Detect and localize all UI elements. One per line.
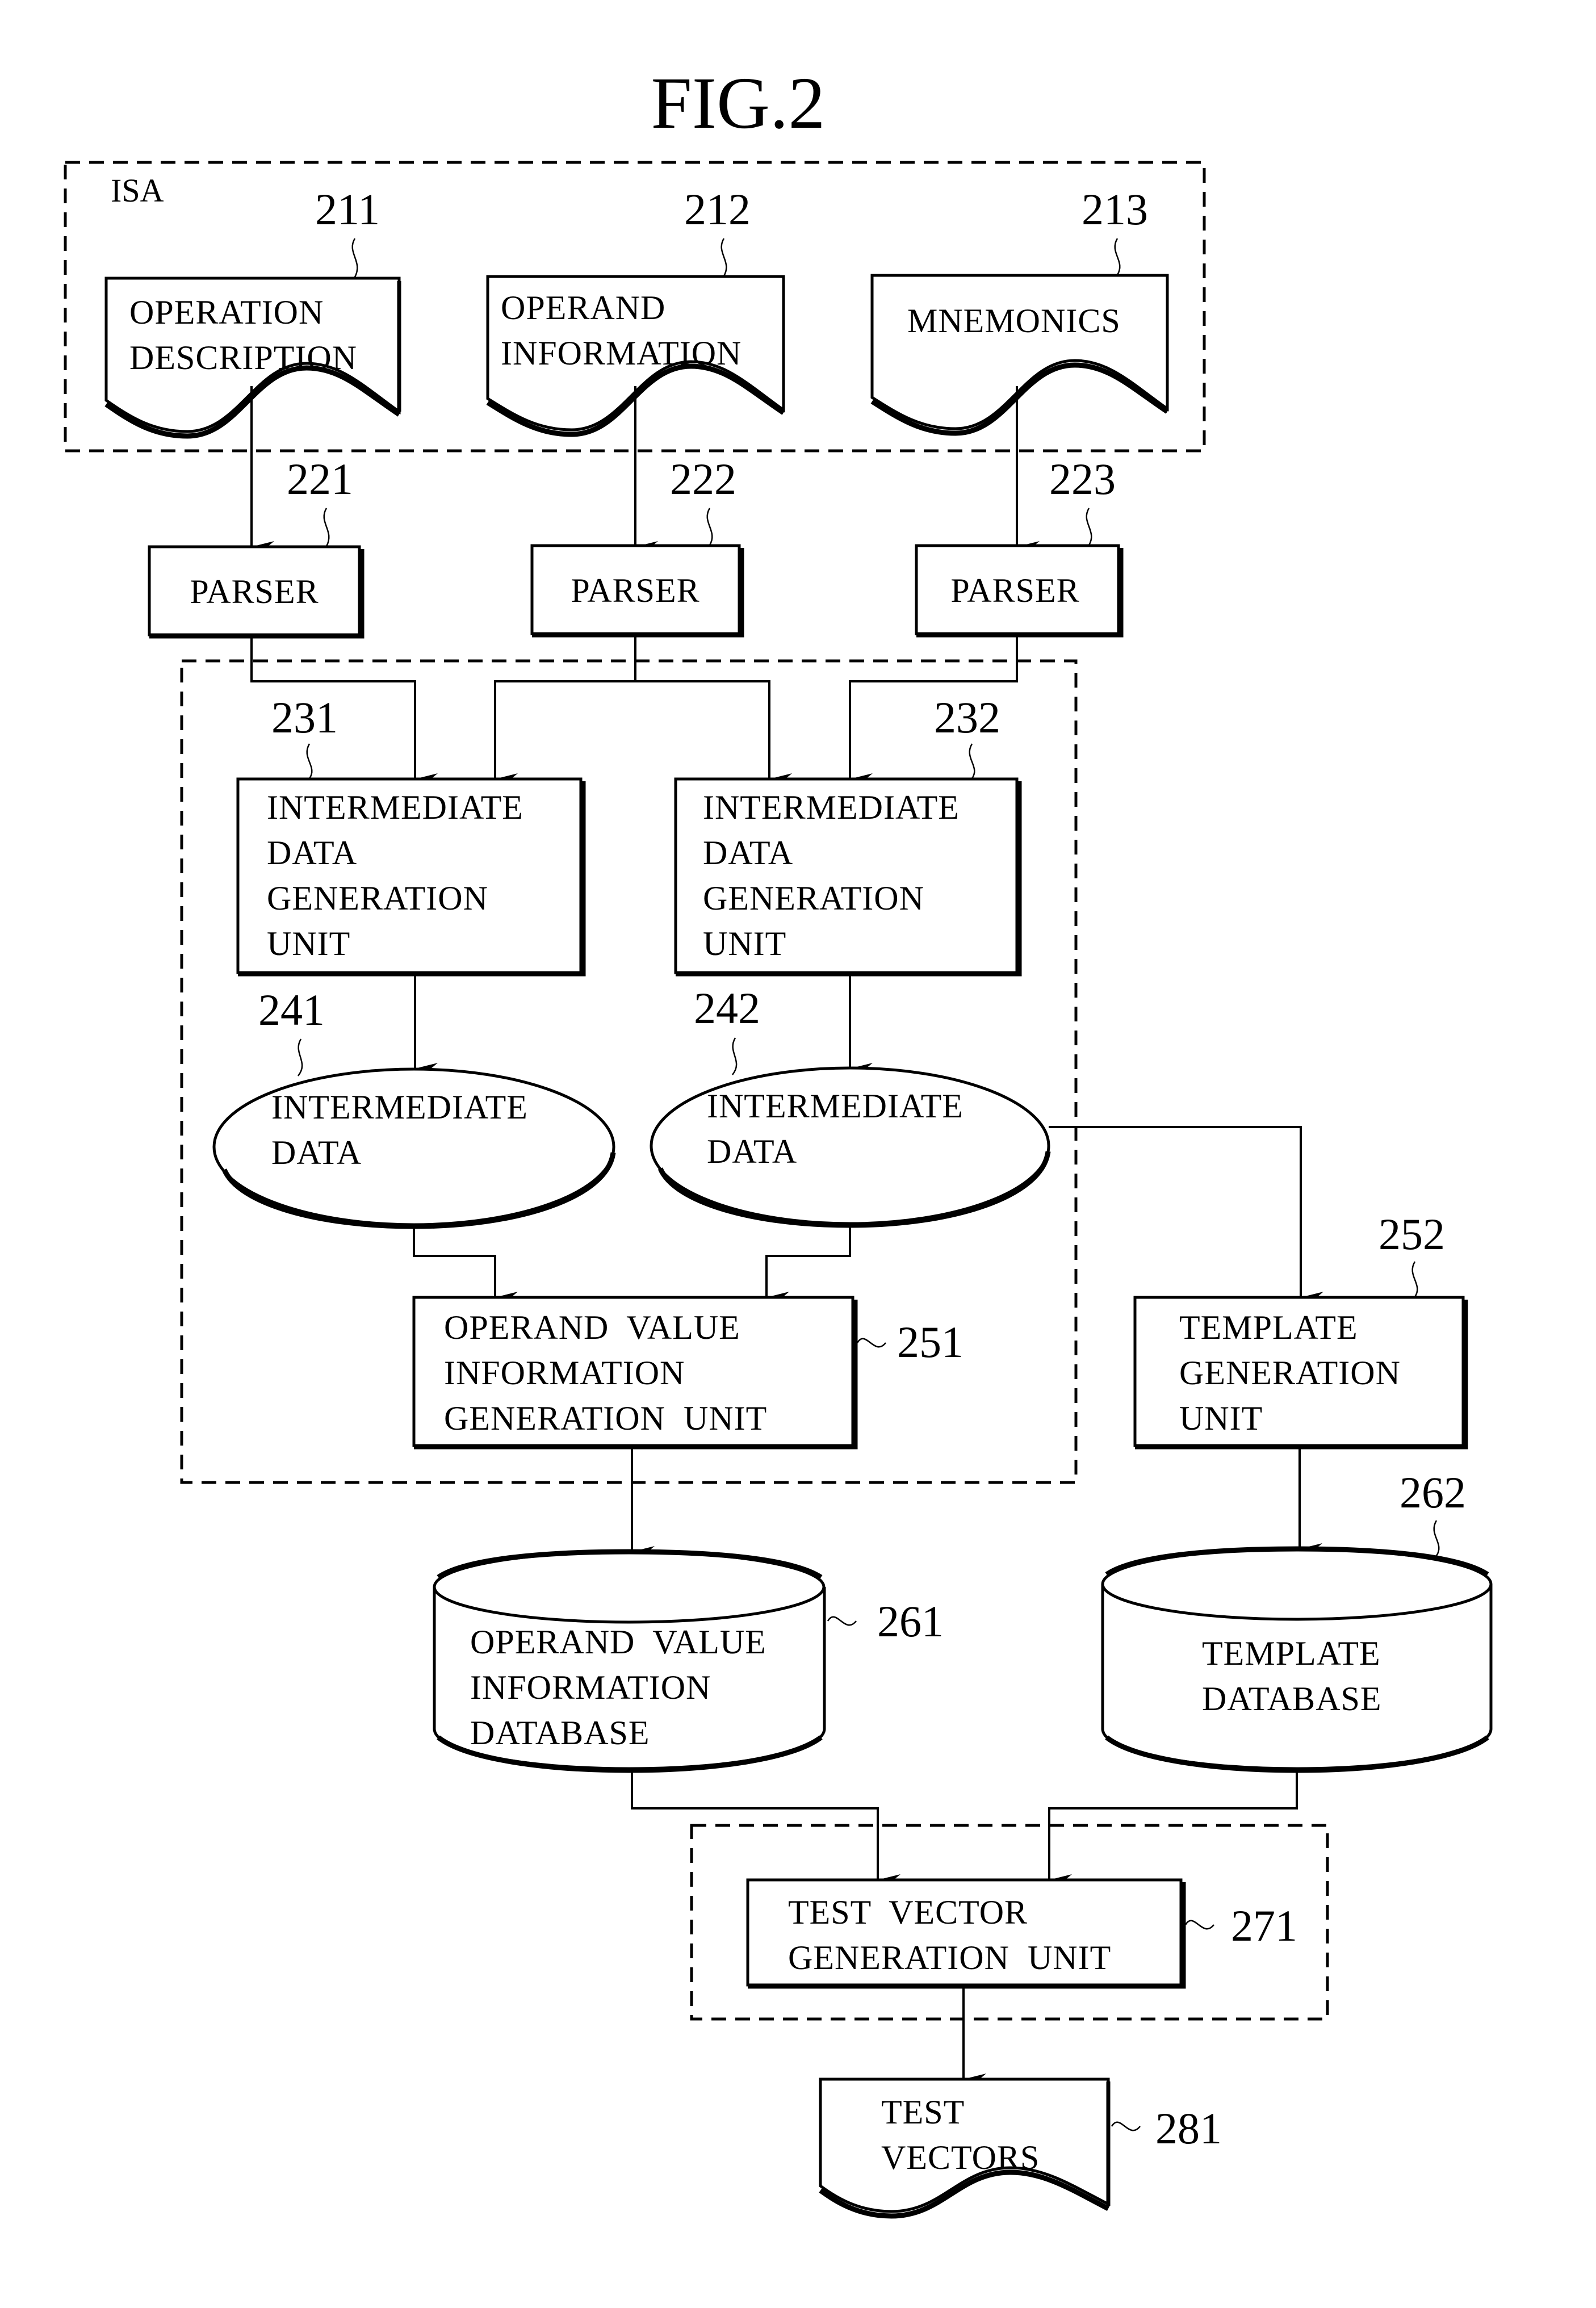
diagram-canvas: FIG.2 ISA OPERATION DESCRIPTION 211 OPER…	[64, 62, 1493, 2219]
intermediate-data-generation-unit-232: INTERMEDIATE DATA GENERATION UNIT	[674, 777, 1022, 977]
isa-group-label: ISA	[111, 172, 164, 209]
idg-231-line-3: GENERATION	[267, 879, 488, 917]
parser-221-label: PARSER	[190, 573, 319, 610]
ref-261: 261	[877, 1597, 944, 1646]
ref-251: 251	[897, 1317, 964, 1367]
ref-223: 223	[1049, 454, 1116, 504]
tvg-line-2: GENERATION UNIT	[788, 1939, 1111, 1976]
db262-line-2: DATABASE	[1202, 1680, 1382, 1718]
idg-231-line-2: DATA	[267, 834, 357, 872]
db262-line-1: TEMPLATE	[1202, 1635, 1381, 1672]
leader-261	[827, 1616, 857, 1626]
leader-211	[351, 238, 358, 278]
ref-262: 262	[1400, 1468, 1466, 1517]
leader-231	[306, 743, 313, 779]
doc-281-line-2: VECTORS	[881, 2139, 1040, 2176]
ref-252: 252	[1379, 1209, 1445, 1259]
leader-221	[323, 508, 330, 547]
db261-line-1: OPERAND VALUE	[470, 1623, 766, 1661]
idg-232-line-3: GENERATION	[703, 879, 924, 917]
idg-231-line-4: UNIT	[267, 925, 350, 962]
tvg-line-1: TEST VECTOR	[788, 1894, 1028, 1931]
leader-212	[720, 238, 727, 277]
ovig-line-3: GENERATION UNIT	[444, 1400, 767, 1437]
data-241-line-2: DATA	[271, 1134, 362, 1171]
document-mnemonics: MNEMONICS	[870, 274, 1169, 436]
operand-value-information-database-261: OPERAND VALUE INFORMATION DATABASE	[433, 1549, 826, 1773]
leader-281	[1111, 2121, 1141, 2131]
ovig-line-2: INFORMATION	[444, 1354, 685, 1392]
arrow-data242-to-template-unit	[1049, 1126, 1323, 1303]
idg-232-line-1: INTERMEDIATE	[703, 789, 960, 826]
ref-242: 242	[694, 983, 760, 1033]
document-test-vectors-281: TEST VECTORS	[819, 2077, 1111, 2219]
leader-242	[732, 1037, 738, 1075]
doc-212-line-2: INFORMATION	[501, 334, 742, 372]
db261-line-3: DATABASE	[470, 1714, 650, 1752]
leader-252	[1411, 1261, 1418, 1297]
parser-221: PARSER	[148, 545, 365, 639]
leader-262	[1433, 1520, 1440, 1556]
ref-231: 231	[271, 693, 338, 742]
arrow-data242-to-ovig251	[765, 1225, 851, 1303]
leader-223	[1086, 508, 1092, 546]
ref-211: 211	[315, 185, 380, 234]
tgu-line-3: UNIT	[1179, 1400, 1263, 1437]
arrow-data241-to-ovig251	[413, 1226, 518, 1303]
arrow-parser222-to-idg231	[494, 635, 636, 785]
ovig-line-1: OPERAND VALUE	[444, 1309, 740, 1346]
data-241-line-1: INTERMEDIATE	[271, 1088, 528, 1126]
idg-232-line-4: UNIT	[703, 925, 786, 962]
ref-232: 232	[934, 693, 1000, 742]
parser-223-label: PARSER	[950, 572, 1079, 609]
idg-232-line-2: DATA	[703, 834, 793, 872]
ref-281: 281	[1155, 2104, 1222, 2153]
doc-211-line-1: OPERATION	[129, 294, 324, 331]
idg-231-line-1: INTERMEDIATE	[267, 789, 523, 826]
intermediate-data-241: INTERMEDIATE DATA	[212, 1067, 616, 1229]
ref-241: 241	[258, 985, 325, 1034]
data-242-line-2: DATA	[707, 1133, 797, 1170]
tgu-line-2: GENERATION	[1179, 1354, 1401, 1392]
data-242-line-1: INTERMEDIATE	[707, 1087, 964, 1125]
operand-value-information-generation-unit-251: OPERAND VALUE INFORMATION GENERATION UNI…	[412, 1296, 858, 1450]
parser-222: PARSER	[530, 544, 744, 638]
leader-222	[706, 508, 713, 546]
ref-271: 271	[1231, 1901, 1297, 1950]
leader-241	[298, 1038, 303, 1076]
ref-213: 213	[1082, 185, 1148, 234]
arrow-parser222-to-idg232	[635, 680, 792, 785]
tgu-line-1: TEMPLATE	[1179, 1309, 1358, 1346]
ref-221: 221	[287, 454, 353, 504]
template-database-262: TEMPLATE DATABASE	[1101, 1546, 1493, 1773]
doc-212-line-1: OPERAND	[501, 289, 665, 326]
template-generation-unit-252: TEMPLATE GENERATION UNIT	[1133, 1296, 1468, 1450]
intermediate-data-242: INTERMEDIATE DATA	[650, 1066, 1051, 1228]
intermediate-data-generation-unit-231: INTERMEDIATE DATA GENERATION UNIT	[236, 777, 586, 977]
figure-title: FIG.2	[651, 62, 826, 144]
ref-222: 222	[670, 454, 736, 504]
leader-251	[856, 1338, 886, 1348]
test-vector-generation-unit-271: TEST VECTOR GENERATION UNIT	[746, 1878, 1186, 1989]
parser-222-label: PARSER	[571, 572, 699, 609]
doc-281-line-1: TEST	[881, 2093, 965, 2131]
doc-213-line-1: MNEMONICS	[907, 302, 1121, 340]
db261-line-2: INFORMATION	[470, 1669, 711, 1706]
leader-213	[1114, 238, 1121, 275]
ref-212: 212	[684, 185, 751, 234]
leader-232	[969, 743, 975, 779]
parser-223: PARSER	[915, 544, 1124, 638]
doc-211-line-2: DESCRIPTION	[129, 339, 357, 376]
leader-271	[1184, 1920, 1214, 1930]
